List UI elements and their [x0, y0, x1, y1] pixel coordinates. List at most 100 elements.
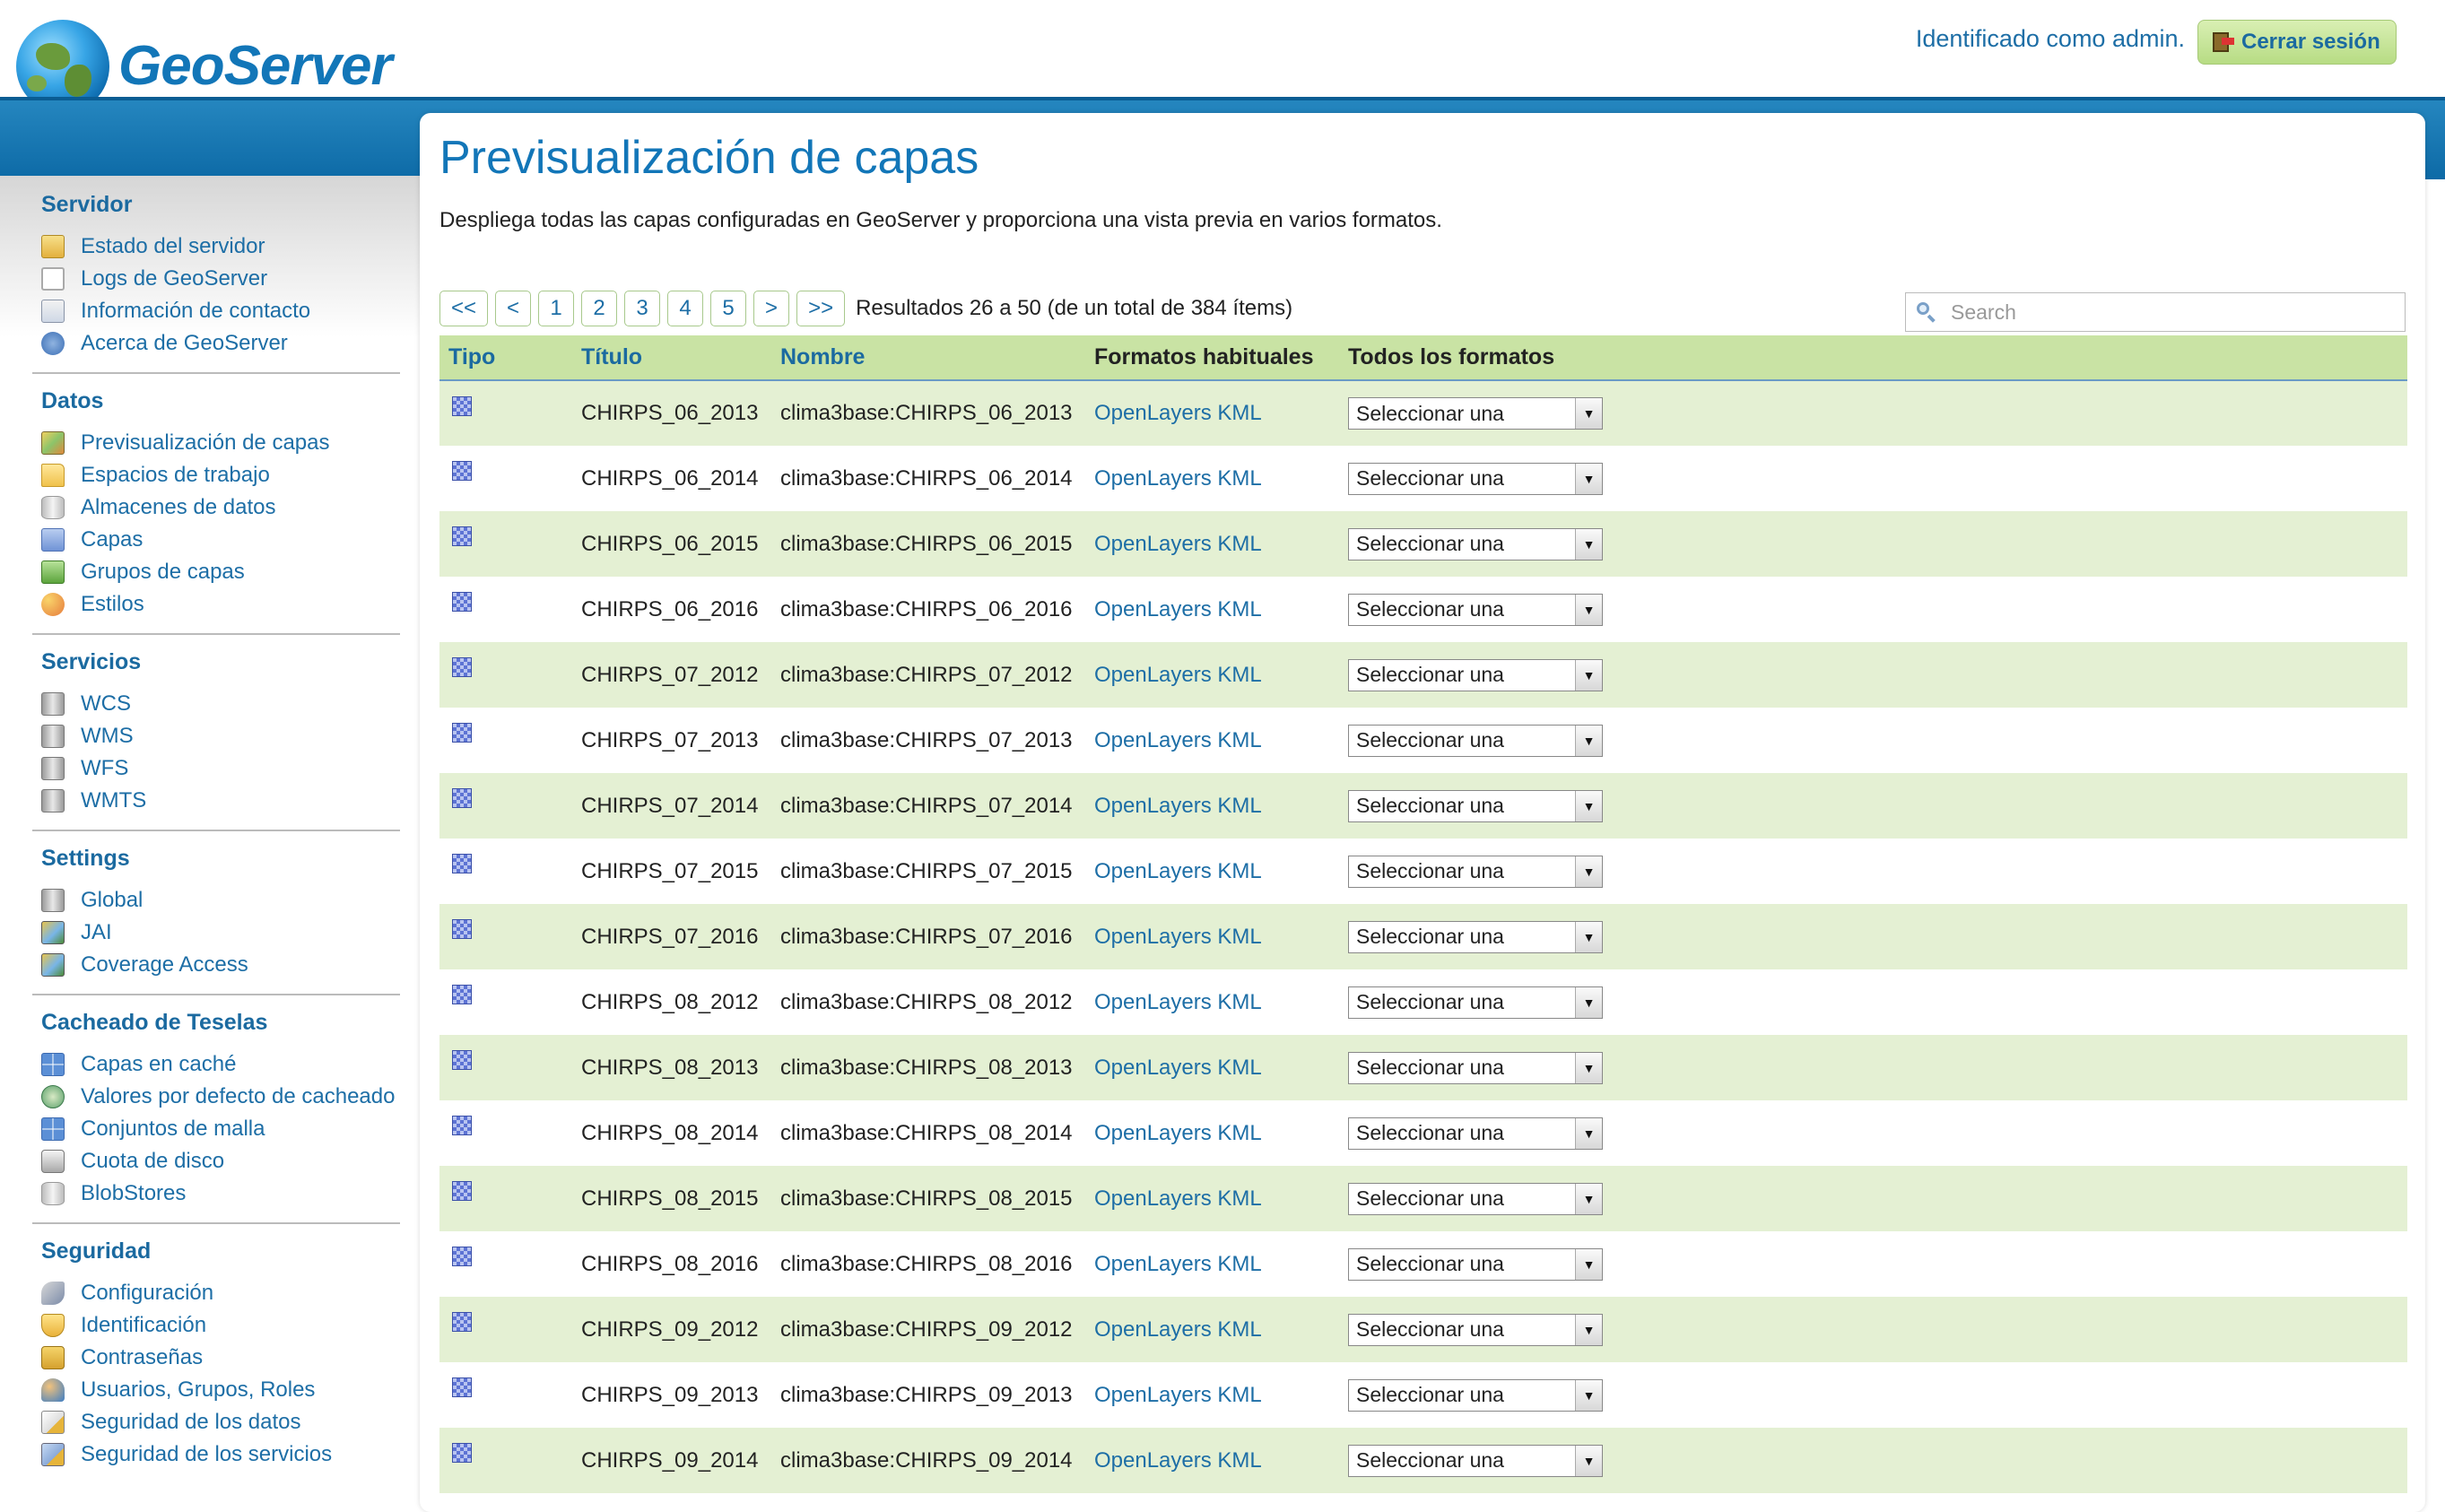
sidebar-item-cuota-de-disco[interactable]: Cuota de disco	[32, 1145, 400, 1177]
format-links[interactable]: OpenLayers KML	[1094, 1121, 1262, 1145]
sidebar-item-logs-de-geoserver[interactable]: Logs de GeoServer	[32, 263, 400, 295]
page-3-button[interactable]: 3	[624, 291, 661, 326]
page-description: Despliega todas las capas configuradas e…	[439, 208, 1442, 232]
sidebar-item-identificacion[interactable]: Identificación	[32, 1309, 400, 1342]
sidebar-item-estilos[interactable]: Estilos	[32, 588, 400, 621]
sidebar-item-grupos-de-capas[interactable]: Grupos de capas	[32, 556, 400, 588]
sidebar-item-estado-del-servidor[interactable]: Estado del servidor	[32, 230, 400, 263]
raster-layer-icon	[452, 723, 472, 743]
format-select[interactable]: Seleccionar una ▼	[1348, 1182, 1603, 1215]
format-select-value: Seleccionar una	[1356, 925, 1504, 948]
first-page-button[interactable]: <<	[439, 291, 489, 326]
format-links[interactable]: OpenLayers KML	[1094, 663, 1262, 687]
format-links[interactable]: OpenLayers KML	[1094, 597, 1262, 621]
prev-page-button[interactable]: <	[495, 291, 532, 326]
all-formats-cell: Seleccionar una ▼	[1339, 708, 2407, 773]
sidebar-item-global[interactable]: Global	[32, 884, 400, 917]
format-select[interactable]: Seleccionar una ▼	[1348, 593, 1603, 626]
sidebar-item-wmts[interactable]: WMTS	[32, 785, 400, 817]
format-links[interactable]: OpenLayers KML	[1094, 532, 1262, 556]
format-links[interactable]: OpenLayers KML	[1094, 1186, 1262, 1211]
format-select[interactable]: Seleccionar una ▼	[1348, 920, 1603, 953]
format-links[interactable]: OpenLayers KML	[1094, 1383, 1262, 1407]
format-select[interactable]: Seleccionar una ▼	[1348, 1313, 1603, 1346]
sidebar-item-wfs[interactable]: WFS	[32, 752, 400, 785]
format-select[interactable]: Seleccionar una ▼	[1348, 1247, 1603, 1281]
format-select-value: Seleccionar una	[1356, 1056, 1504, 1079]
next-page-button[interactable]: >	[753, 291, 790, 326]
format-select-value: Seleccionar una	[1356, 532, 1504, 555]
sidebar-item-almacenes-de-datos[interactable]: Almacenes de datos	[32, 491, 400, 524]
page-2-button[interactable]: 2	[581, 291, 618, 326]
column-header-titulo[interactable]: Título	[572, 335, 771, 381]
format-select[interactable]: Seleccionar una ▼	[1348, 527, 1603, 560]
sidebar-item-usuarios-grupos-roles[interactable]: Usuarios, Grupos, Roles	[32, 1374, 400, 1406]
config-wrench-icon	[41, 1282, 65, 1305]
format-select[interactable]: Seleccionar una ▼	[1348, 1117, 1603, 1150]
sidebar-navigation: Servidor Estado del servidor Logs de GeoSe…	[32, 190, 400, 1498]
format-links[interactable]: OpenLayers KML	[1094, 990, 1262, 1014]
last-page-button[interactable]: >>	[796, 291, 846, 326]
search-input[interactable]	[1949, 299, 2383, 326]
sidebar-item-espacios-de-trabajo[interactable]: Espacios de trabajo	[32, 459, 400, 491]
page-5-button[interactable]: 5	[710, 291, 747, 326]
dropdown-arrow-icon: ▼	[1575, 1379, 1602, 1411]
sidebar-item-acerca-de-geoserver[interactable]: Acerca de GeoServer	[32, 327, 400, 360]
sidebar-item-wcs[interactable]: WCS	[32, 688, 400, 720]
logout-label: Cerrar sesión	[2241, 30, 2380, 54]
column-header-tipo[interactable]: Tipo	[439, 335, 572, 381]
password-lock-icon	[41, 1346, 65, 1369]
sidebar-item-configuracion[interactable]: Configuración	[32, 1277, 400, 1309]
page-1-button[interactable]: 1	[538, 291, 575, 326]
disk-quota-icon	[41, 1150, 65, 1173]
dropdown-arrow-icon: ▼	[1575, 659, 1602, 691]
common-formats-cell: OpenLayers KML	[1085, 904, 1339, 969]
sidebar-item-seguridad-de-los-datos[interactable]: Seguridad de los datos	[32, 1406, 400, 1438]
format-links[interactable]: OpenLayers KML	[1094, 1317, 1262, 1342]
format-select[interactable]: Seleccionar una ▼	[1348, 397, 1603, 430]
format-select[interactable]: Seleccionar una ▼	[1348, 462, 1603, 495]
format-select[interactable]: Seleccionar una ▼	[1348, 1444, 1603, 1477]
format-links[interactable]: OpenLayers KML	[1094, 1448, 1262, 1473]
sidebar-item-jai[interactable]: JAI	[32, 917, 400, 949]
sidebar-item-capas-en-cache[interactable]: Capas en caché	[32, 1048, 400, 1081]
format-select[interactable]: Seleccionar una ▼	[1348, 986, 1603, 1019]
format-links[interactable]: OpenLayers KML	[1094, 401, 1262, 425]
logout-door-icon	[2211, 30, 2234, 54]
layer-group-icon	[41, 560, 65, 584]
dropdown-arrow-icon: ▼	[1575, 1445, 1602, 1476]
page-4-button[interactable]: 4	[667, 291, 704, 326]
logout-button[interactable]: Cerrar sesión	[2197, 20, 2397, 65]
format-select[interactable]: Seleccionar una ▼	[1348, 855, 1603, 888]
sidebar-item-contrasenas[interactable]: Contraseñas	[32, 1342, 400, 1374]
format-links[interactable]: OpenLayers KML	[1094, 925, 1262, 949]
format-links[interactable]: OpenLayers KML	[1094, 859, 1262, 883]
format-links[interactable]: OpenLayers KML	[1094, 1056, 1262, 1080]
format-select[interactable]: Seleccionar una ▼	[1348, 1051, 1603, 1084]
sidebar-item-seguridad-de-los-servicios[interactable]: Seguridad de los servicios	[32, 1438, 400, 1471]
sidebar-item-coverage-access[interactable]: Coverage Access	[32, 949, 400, 981]
format-select[interactable]: Seleccionar una ▼	[1348, 1378, 1603, 1412]
format-select[interactable]: Seleccionar una ▼	[1348, 724, 1603, 757]
search-box[interactable]	[1905, 292, 2406, 332]
sidebar-item-label: Capas en caché	[81, 1052, 237, 1076]
type-cell	[439, 1035, 572, 1100]
format-links[interactable]: OpenLayers KML	[1094, 1252, 1262, 1276]
format-links[interactable]: OpenLayers KML	[1094, 466, 1262, 491]
format-select[interactable]: Seleccionar una ▼	[1348, 658, 1603, 691]
all-formats-cell: Seleccionar una ▼	[1339, 380, 2407, 446]
format-select[interactable]: Seleccionar una ▼	[1348, 789, 1603, 822]
sidebar-item-informacion-de-contacto[interactable]: Información de contacto	[32, 295, 400, 327]
table-row: CHIRPS_08_2015 clima3base:CHIRPS_08_2015 O…	[439, 1166, 2407, 1231]
sidebar-item-valores-por-defecto-de-cacheado[interactable]: Valores por defecto de cacheado	[32, 1081, 400, 1113]
nav-section-cacheado-de-teselas: Cacheado de Teselas Capas en caché Valores…	[32, 1010, 400, 1224]
sidebar-item-wms[interactable]: WMS	[32, 720, 400, 752]
sidebar-item-blobstores[interactable]: BlobStores	[32, 1177, 400, 1210]
format-links[interactable]: OpenLayers KML	[1094, 794, 1262, 818]
sidebar-item-conjuntos-de-malla[interactable]: Conjuntos de malla	[32, 1113, 400, 1145]
sidebar-item-previsualizacion-de-capas[interactable]: Previsualización de capas	[32, 427, 400, 459]
sidebar-item-capas[interactable]: Capas	[32, 524, 400, 556]
column-header-nombre[interactable]: Nombre	[771, 335, 1085, 381]
wcs-server-icon	[41, 692, 65, 716]
format-links[interactable]: OpenLayers KML	[1094, 728, 1262, 752]
